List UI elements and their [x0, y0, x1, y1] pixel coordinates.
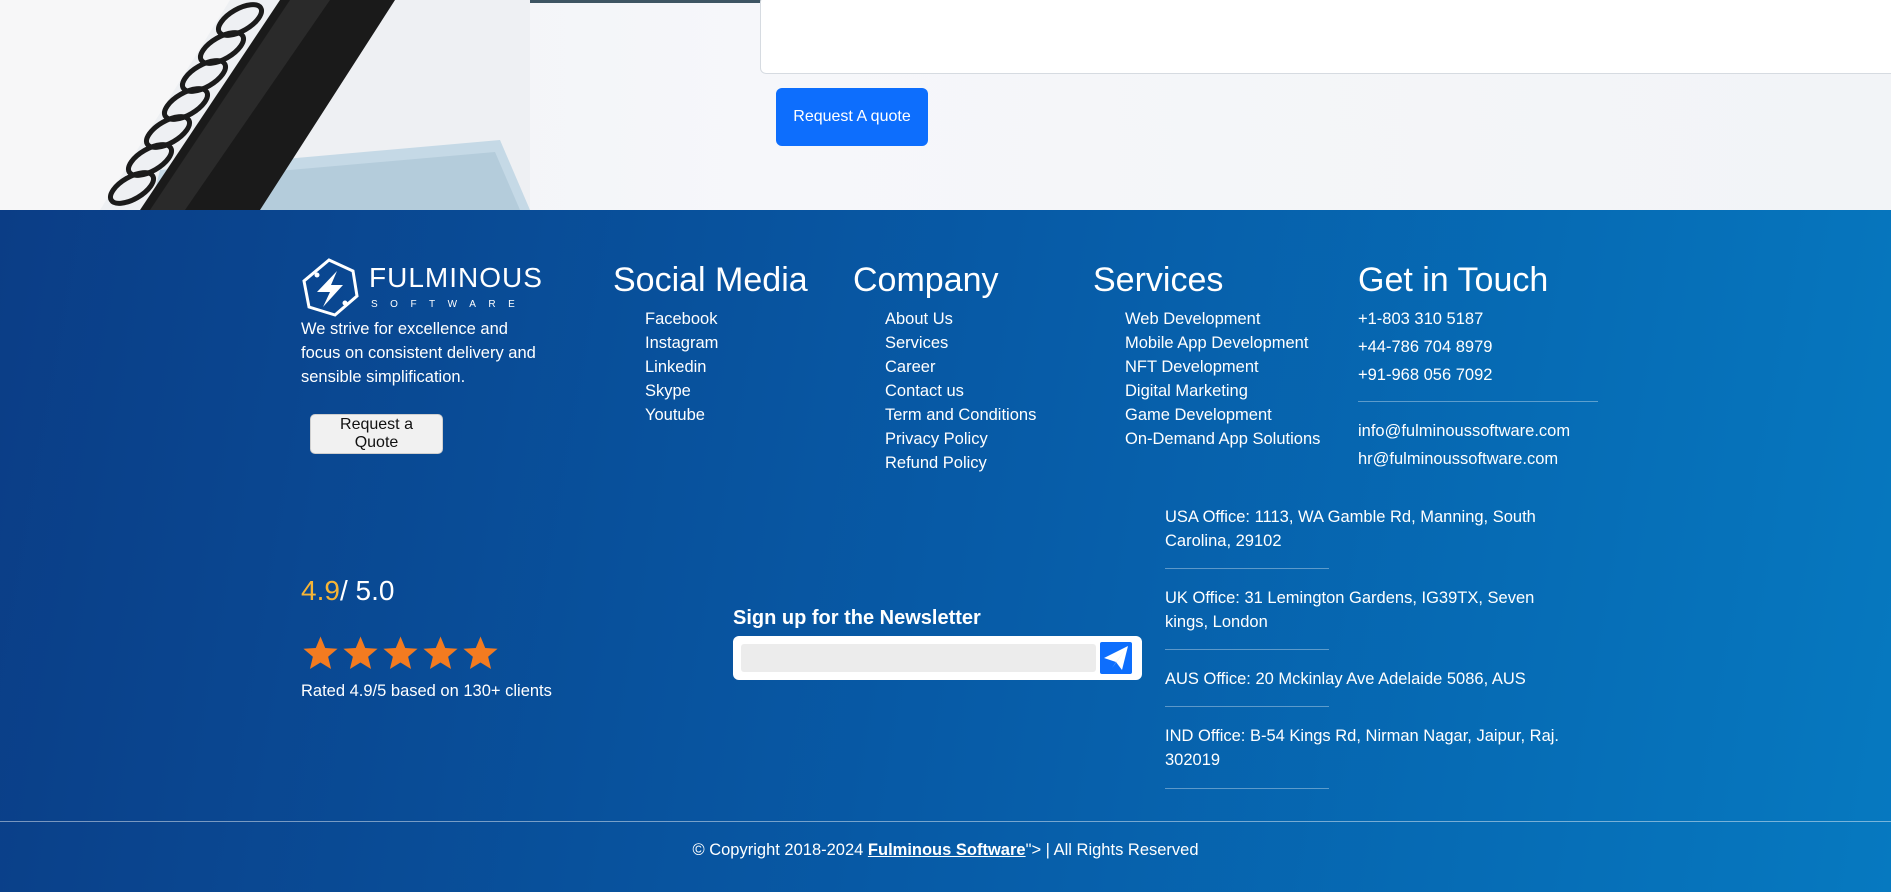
email-hr[interactable]: hr@fulminoussoftware.com [1358, 447, 1558, 471]
company-link-contact[interactable]: Contact us [885, 379, 1036, 403]
logo-wordmark: FULMINOUS [369, 262, 543, 293]
footer-tagline: We strive for excellence and focus on co… [301, 320, 536, 386]
office-divider [1165, 649, 1329, 650]
company-link-about[interactable]: About Us [885, 307, 1036, 331]
newsletter-email-input[interactable] [741, 644, 1096, 672]
rating-caption: Rated 4.9/5 based on 130+ clients [301, 682, 552, 700]
request-quote-button[interactable]: Request a Quote [310, 414, 443, 454]
footer-bottom-divider [0, 821, 1891, 822]
company-heading: Company [853, 261, 999, 299]
social-link-instagram[interactable]: Instagram [645, 331, 718, 355]
get-in-touch-heading: Get in Touch [1358, 261, 1549, 299]
copyright-suffix: "> | All Rights Reserved [1025, 841, 1199, 859]
company-link-privacy[interactable]: Privacy Policy [885, 427, 1036, 451]
rating-stars [301, 634, 500, 674]
social-link-skype[interactable]: Skype [645, 379, 718, 403]
company-link-services[interactable]: Services [885, 331, 1036, 355]
message-textarea[interactable] [760, 0, 1891, 74]
services-links: Web Development Mobile App Development N… [1125, 307, 1320, 451]
company-link-refund[interactable]: Refund Policy [885, 451, 1036, 475]
star-icon [303, 636, 338, 669]
service-link-web[interactable]: Web Development [1125, 307, 1320, 331]
services-heading: Services [1093, 261, 1224, 299]
phone-us[interactable]: +1-803 310 5187 [1358, 307, 1483, 331]
social-link-linkedin[interactable]: Linkedin [645, 355, 718, 379]
quote-form-section: Request A quote [0, 0, 1891, 210]
paper-plane-icon [1100, 642, 1132, 674]
newsletter-form [733, 636, 1142, 680]
social-links: Facebook Instagram Linkedin Skype Youtub… [645, 307, 718, 427]
rating-score: 4.9/ 5.0 [301, 574, 394, 608]
office-usa: USA Office: 1113, WA Gamble Rd, Manning,… [1165, 508, 1536, 550]
contact-divider [1358, 401, 1598, 402]
star-icon [383, 636, 418, 669]
office-divider [1165, 706, 1329, 707]
site-footer: FULMINOUS SOFTWARE We strive for excelle… [0, 210, 1891, 892]
service-link-marketing[interactable]: Digital Marketing [1125, 379, 1320, 403]
service-link-nft[interactable]: NFT Development [1125, 355, 1320, 379]
copyright-company-link[interactable]: Fulminous Software [868, 841, 1026, 859]
newsletter-send-button[interactable] [1100, 642, 1132, 674]
copyright-prefix: © Copyright 2018-2024 [692, 841, 868, 859]
rating-value: 4.9 [301, 575, 340, 606]
rating-max: / 5.0 [339, 575, 395, 606]
office-ind: IND Office: B-54 Kings Rd, Nirman Nagar,… [1165, 727, 1560, 769]
service-link-on-demand[interactable]: On-Demand App Solutions [1125, 427, 1320, 451]
star-icon [343, 636, 378, 669]
office-aus: AUS Office: 20 Mckinlay Ave Adelaide 508… [1165, 670, 1526, 688]
notebook-image [0, 0, 530, 210]
copyright-notice: © Copyright 2018-2024 Fulminous Software… [0, 838, 1891, 862]
company-links: About Us Services Career Contact us Term… [885, 307, 1036, 475]
star-icon [463, 636, 498, 669]
social-link-youtube[interactable]: Youtube [645, 403, 718, 427]
company-link-career[interactable]: Career [885, 355, 1036, 379]
social-media-heading: Social Media [613, 261, 808, 299]
company-link-terms[interactable]: Term and Conditions [885, 403, 1036, 427]
phone-uk[interactable]: +44-786 704 8979 [1358, 335, 1492, 359]
newsletter-title: Sign up for the Newsletter [733, 607, 981, 629]
social-link-facebook[interactable]: Facebook [645, 307, 718, 331]
service-link-mobile[interactable]: Mobile App Development [1125, 331, 1320, 355]
office-divider [1165, 788, 1329, 789]
request-quote-submit-button[interactable]: Request A quote [776, 88, 928, 146]
email-info[interactable]: info@fulminoussoftware.com [1358, 419, 1570, 443]
office-divider [1165, 568, 1329, 569]
office-uk: UK Office: 31 Lemington Gardens, IG39TX,… [1165, 589, 1535, 631]
star-icon [423, 636, 458, 669]
fulminous-logo: FULMINOUS SOFTWARE [302, 258, 543, 317]
service-link-game[interactable]: Game Development [1125, 403, 1320, 427]
logo-subtitle: SOFTWARE [371, 299, 527, 310]
phone-in[interactable]: +91-968 056 7092 [1358, 363, 1492, 387]
